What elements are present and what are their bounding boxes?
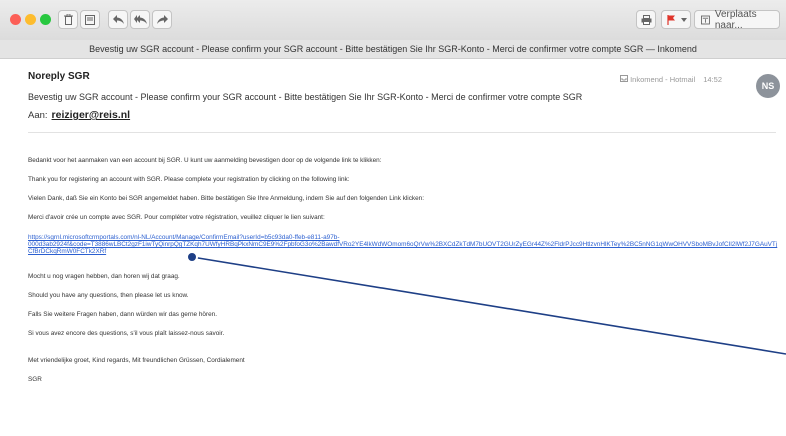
mailbox-name: Inkomend - Hotmail [630, 75, 696, 84]
body-regards: Met vriendelijke groet, Kind regards, Mi… [28, 357, 245, 364]
confirm-link[interactable]: https://sgrnl.microsoftcrmportals.com/nl… [28, 234, 777, 255]
maximize-window-button[interactable] [40, 14, 51, 25]
sender-avatar: NS [756, 74, 780, 98]
reply-button[interactable] [108, 10, 128, 29]
body-intro-en: Thank you for registering an account wit… [28, 176, 350, 183]
reply-all-button[interactable] [130, 10, 150, 29]
body-closing-de: Falls Sie weitere Fragen haben, dann wür… [28, 311, 217, 318]
window-title: Bevestig uw SGR account - Please confirm… [0, 40, 786, 59]
message-time: 14:52 [703, 75, 722, 84]
minimize-window-button[interactable] [25, 14, 36, 25]
message-subject: Bevestig uw SGR account - Please confirm… [28, 92, 583, 102]
chevron-down-icon [681, 17, 687, 22]
body-intro-fr: Merci d'avoir crée un compte avec SGR. P… [28, 214, 325, 221]
body-signature: SGR [28, 376, 42, 383]
confirm-link-line-2[interactable]: 000d3ab2924f&code=T3886wLBCt2gzF1iwTyQin… [28, 241, 777, 248]
delete-button[interactable] [58, 10, 78, 29]
sender-name: Noreply SGR [28, 71, 90, 82]
message-meta: Inkomend - Hotmail 14:52 [620, 75, 722, 84]
forward-button[interactable] [152, 10, 172, 29]
forward-icon [156, 15, 168, 24]
junk-icon [85, 14, 95, 25]
reply-icon [112, 15, 124, 24]
body-closing-en: Should you have any questions, then plea… [28, 292, 189, 299]
header-divider [28, 132, 776, 133]
close-window-button[interactable] [10, 14, 21, 25]
reply-all-icon [133, 15, 147, 24]
flag-button[interactable] [661, 10, 691, 29]
message-view: Noreply SGR Bevestig uw SGR account - Pl… [0, 59, 786, 436]
body-intro-de: Vielen Dank, daß Sie ein Konto bei SGR a… [28, 195, 425, 202]
move-to-button[interactable]: Verplaats naar... [694, 8, 780, 31]
body-intro-nl: Bedankt voor het aanmaken van een accoun… [28, 157, 382, 164]
junk-button[interactable] [80, 10, 100, 29]
printer-icon [641, 14, 651, 25]
annotation-marker [186, 251, 198, 263]
move-to-label: Verplaats naar... [714, 8, 757, 31]
flag-icon [667, 14, 675, 25]
trash-icon [63, 14, 73, 25]
recipient-address[interactable]: reiziger@reis.nl [52, 109, 131, 121]
body-closing-fr: Si vous avez encore des questions, s'il … [28, 330, 225, 337]
to-label: Aan: [28, 110, 48, 121]
confirm-link-line-1[interactable]: https://sgrnl.microsoftcrmportals.com/nl… [28, 234, 777, 241]
mail-window: Verplaats naar... Bevestig uw SGR accoun… [0, 0, 786, 436]
confirm-link-line-3[interactable]: CfBrDCkqRmW0FCTk2XRf [28, 248, 777, 255]
folder-move-icon [701, 15, 710, 24]
recipient-line: Aan: reiziger@reis.nl [28, 109, 130, 121]
toolbar: Verplaats naar... [0, 0, 786, 41]
body-closing-nl: Mocht u nog vragen hebben, dan horen wij… [28, 273, 180, 280]
print-button[interactable] [636, 10, 656, 29]
inbox-icon [620, 75, 628, 82]
